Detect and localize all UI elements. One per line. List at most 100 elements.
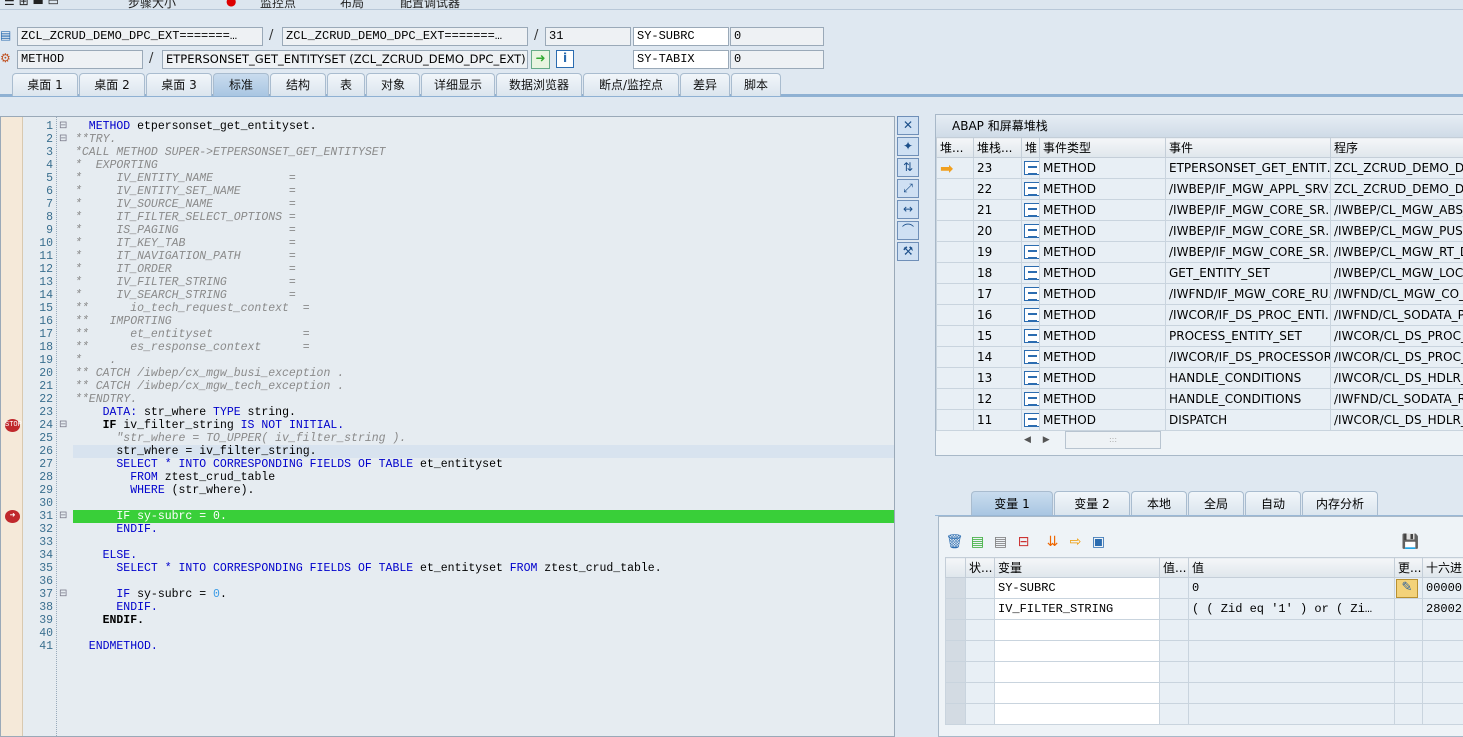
stack-row[interactable]: ➡ 23 METHOD ETPERSONSET_GET_ENTIT… ZCL_ZCRUD… <box>936 157 1463 179</box>
close-icon[interactable]: ✕ <box>897 116 919 135</box>
empty-variable-row[interactable] <box>945 682 1463 704</box>
code-line[interactable]: 13 * IV_FILTER_STRING = <box>1 276 894 289</box>
variable-name-input[interactable] <box>994 640 1160 662</box>
stack-row[interactable]: 17 METHOD/IWFND/IF_MGW_CORE_RU…/IWFND/CL_… <box>936 283 1463 305</box>
code-line[interactable]: 26 str_where = iv_filter_string. <box>1 445 894 458</box>
save-icon[interactable]: 💾 <box>1401 533 1420 552</box>
code-line[interactable]: 41 ENDMETHOD. <box>1 640 894 653</box>
variables-column-header[interactable]: 十六进 <box>1422 557 1463 578</box>
variable-name-input[interactable] <box>994 682 1160 704</box>
maximize-icon[interactable]: ⤢ <box>897 179 919 198</box>
stack-column-header[interactable]: 程序 <box>1330 137 1463 158</box>
variable-name-input[interactable] <box>994 703 1160 725</box>
tab-10[interactable]: 差异 <box>680 73 730 96</box>
code-line[interactable]: 35 SELECT * INTO CORRESPONDING FIELDS OF… <box>1 562 894 575</box>
stack-column-header[interactable]: 堆栈... <box>973 137 1022 158</box>
navigate-icon[interactable]: ➜ <box>531 50 550 69</box>
stop-icon[interactable]: ● <box>226 0 236 8</box>
code-line[interactable]: 29 WHERE (str_where). <box>1 484 894 497</box>
fold-toggle-icon[interactable]: ⊟ <box>59 419 67 432</box>
scroll-thumb[interactable]: ::: <box>1065 431 1161 449</box>
variables-column-header[interactable]: 值... <box>1159 557 1189 578</box>
stack-row[interactable]: 15 METHOD PROCESS_ENTITY_SET/IWCOR/CL_DS_P… <box>936 325 1463 347</box>
toolbar-watchpoint[interactable]: 监控点 <box>260 0 296 9</box>
variable-row[interactable]: IV_FILTER_STRING ( ( Zid eq '1' ) or ( Zi… <box>945 598 1463 620</box>
include-field[interactable]: ZCL_ZCRUD_DEMO_DPC_EXT=======… <box>282 27 528 46</box>
code-line[interactable]: 6 * IV_ENTITY_SET_NAME = <box>1 185 894 198</box>
stack-row[interactable]: 18 METHOD GET_ENTITY_SET/IWBEP/CL_MGW_LOCA <box>936 262 1463 284</box>
code-line[interactable]: 38 ENDIF. <box>1 601 894 614</box>
tab-5[interactable]: 表 <box>327 73 365 96</box>
code-line[interactable]: 28 FROM ztest_crud_table <box>1 471 894 484</box>
code-line[interactable]: 30 <box>1 497 894 510</box>
stack-row[interactable]: 21 METHOD/IWBEP/IF_MGW_CORE_SR…/IWBEP/CL_… <box>936 199 1463 221</box>
code-line[interactable]: 27 SELECT * INTO CORRESPONDING FIELDS OF… <box>1 458 894 471</box>
tab-8[interactable]: 数据浏览器 <box>496 73 582 96</box>
code-line[interactable]: 39 ENDIF. <box>1 614 894 627</box>
variable-name-input[interactable] <box>994 619 1160 641</box>
scroll-right-icon[interactable]: ▶ <box>1043 435 1050 445</box>
code-line[interactable]: 37 IF sy-subrc = 0. ⊟ <box>1 588 894 601</box>
edit-pencil-icon[interactable]: ✎ <box>1396 578 1418 598</box>
code-line[interactable]: 19 * . <box>1 354 894 367</box>
code-line[interactable]: 23 DATA: str_where TYPE string. <box>1 406 894 419</box>
toolbar-step-size[interactable]: 步骤大小 <box>128 0 176 9</box>
sysfield1-field[interactable]: SY-SUBRC <box>633 27 729 46</box>
split-icon[interactable]: ↔ <box>897 200 919 219</box>
import-icon[interactable]: ▣ <box>1089 533 1108 552</box>
fold-toggle-icon[interactable]: ⊟ <box>59 588 67 601</box>
code-line[interactable]: 10 * IT_KEY_TAB = <box>1 237 894 250</box>
stack-row[interactable]: 16 METHOD/IWCOR/IF_DS_PROC_ENTI…/IWFND/CL… <box>936 304 1463 326</box>
code-line[interactable]: 31 IF sy-subrc = 0. ⊟ ➜ <box>1 510 894 523</box>
fold-toggle-icon[interactable]: ⊟ <box>59 120 67 133</box>
variables-tab-3[interactable]: 全局 <box>1188 491 1244 515</box>
code-line[interactable]: 9 * IS_PAGING = <box>1 224 894 237</box>
code-line[interactable]: 22 **ENDTRY. <box>1 393 894 406</box>
source-code-editor[interactable]: 1 METHOD etpersonset_get_entityset. ⊟ 2 **T… <box>0 116 895 737</box>
program-field[interactable]: ZCL_ZCRUD_DEMO_DPC_EXT=======… <box>17 27 263 46</box>
code-line[interactable]: 3 *CALL METHOD SUPER->ETPERSONSET_GET_ENT… <box>1 146 894 159</box>
swap-tools-icon[interactable]: ⇅ <box>897 158 919 177</box>
stack-column-header[interactable]: 事件类型 <box>1039 137 1166 158</box>
tab-11[interactable]: 脚本 <box>731 73 781 96</box>
stack-row[interactable]: 11 METHOD DISPATCH/IWCOR/CL_DS_HDLR_R <box>936 409 1463 431</box>
transfer-icon[interactable]: ⇨ <box>1066 533 1085 552</box>
tab-3[interactable]: 标准 <box>213 73 269 96</box>
code-line[interactable]: 40 <box>1 627 894 640</box>
row-selector-header[interactable] <box>945 557 966 578</box>
code-line[interactable]: 1 METHOD etpersonset_get_entityset. ⊟ <box>1 120 894 133</box>
variables-tab-4[interactable]: 自动 <box>1245 491 1301 515</box>
code-line[interactable]: 18 ** es_response_context = <box>1 341 894 354</box>
code-line[interactable]: 8 * IT_FILTER_SELECT_OPTIONS = <box>1 211 894 224</box>
breakpoint-icon[interactable]: STOP <box>5 419 22 432</box>
variables-tab-2[interactable]: 本地 <box>1131 491 1187 515</box>
row-selector[interactable] <box>945 640 966 662</box>
empty-variable-row[interactable] <box>945 640 1463 662</box>
stack-column-header[interactable]: 事件 <box>1165 137 1331 158</box>
code-line[interactable]: 21 ** CATCH /iwbep/cx_mgw_tech_exception … <box>1 380 894 393</box>
stack-row[interactable]: 12 METHOD HANDLE_CONDITIONS/IWFND/CL_SODAT… <box>936 388 1463 410</box>
toolbar-icons[interactable]: ☰ ⊞ ▬ ▭ <box>4 0 59 8</box>
fold-toggle-icon[interactable]: ⊟ <box>59 133 67 146</box>
code-line[interactable]: 17 ** et_entityset = <box>1 328 894 341</box>
tab-1[interactable]: 桌面 2 <box>79 73 145 96</box>
stack-row[interactable]: 19 METHOD/IWBEP/IF_MGW_CORE_SR…/IWBEP/CL_… <box>936 241 1463 263</box>
row-selector[interactable] <box>945 703 966 725</box>
delete-icon[interactable]: 🗑 <box>945 533 964 552</box>
tab-7[interactable]: 详细显示 <box>421 73 495 96</box>
sort-icon[interactable]: ⇊ <box>1043 533 1062 552</box>
code-line[interactable]: 2 **TRY. ⊟ <box>1 133 894 146</box>
row-selector[interactable] <box>945 577 966 599</box>
variables-tab-5[interactable]: 内存分析 <box>1302 491 1378 515</box>
row-selector[interactable] <box>945 598 966 620</box>
code-line[interactable]: 12 * IT_ORDER = <box>1 263 894 276</box>
append-row-icon[interactable]: ▤ <box>991 533 1010 552</box>
code-line[interactable]: 16 ** IMPORTING <box>1 315 894 328</box>
stack-column-header[interactable]: 堆 <box>1021 137 1040 158</box>
code-line[interactable]: 11 * IT_NAVIGATION_PATH = <box>1 250 894 263</box>
row-selector[interactable] <box>945 682 966 704</box>
variables-tab-1[interactable]: 变量 2 <box>1054 491 1130 515</box>
toolbar-configure-debugger[interactable]: 配置调试器 <box>400 0 460 9</box>
variable-row[interactable]: SY-SUBRC 0 ✎ 00000 <box>945 577 1463 599</box>
variables-column-header[interactable]: 状... <box>965 557 995 578</box>
